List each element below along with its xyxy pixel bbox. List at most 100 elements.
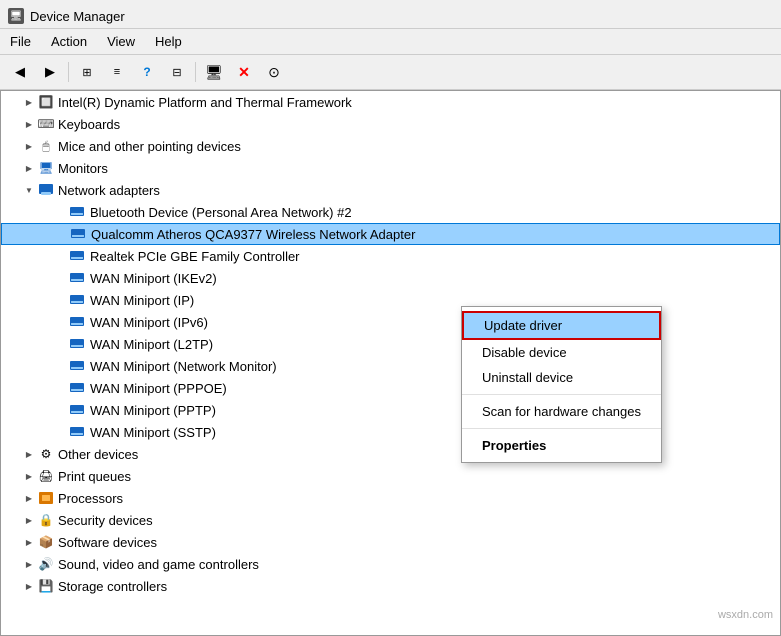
tree-label: WAN Miniport (IPv6) (90, 315, 208, 330)
context-menu-item-disable[interactable]: Disable device (462, 340, 661, 365)
context-menu-item-uninstall[interactable]: Uninstall device (462, 365, 661, 390)
expand-icon: ▶ (21, 494, 37, 503)
menu-bar: File Action View Help (0, 29, 781, 55)
expand-icon: ▶ (21, 450, 37, 459)
tree-item-wan-ip[interactable]: WAN Miniport (IP) (1, 289, 780, 311)
expand-icon: ▶ (21, 98, 37, 107)
title-bar: 🖥 Device Manager (0, 0, 781, 29)
tree-item-wan-sstp[interactable]: WAN Miniport (SSTP) (1, 421, 780, 443)
tree-item-network[interactable]: ▼ Network adapters (1, 179, 780, 201)
expand-icon: ▶ (21, 120, 37, 129)
network-card-icon (69, 204, 87, 220)
tree-item-other[interactable]: ▶ ⚙ Other devices (1, 443, 780, 465)
expand-icon: ▼ (21, 186, 37, 195)
tree-label: WAN Miniport (L2TP) (90, 337, 213, 352)
tree-item-intel[interactable]: ▶ 🔲 Intel(R) Dynamic Platform and Therma… (1, 91, 780, 113)
tree-item-wan-ipv6[interactable]: WAN Miniport (IPv6) (1, 311, 780, 333)
expand-icon: ▶ (21, 560, 37, 569)
menu-file[interactable]: File (0, 31, 41, 52)
tree-label: Realtek PCIe GBE Family Controller (90, 249, 300, 264)
tree-label: WAN Miniport (IP) (90, 293, 194, 308)
tree-item-qualcomm[interactable]: Qualcomm Atheros QCA9377 Wireless Networ… (1, 223, 780, 245)
network-card-icon (69, 248, 87, 264)
tree-item-sound[interactable]: ▶ 🔊 Sound, video and game controllers (1, 553, 780, 575)
tree-item-wan-ikev2[interactable]: WAN Miniport (IKEv2) (1, 267, 780, 289)
toolbar-sep1 (68, 62, 69, 82)
tree-label: Intel(R) Dynamic Platform and Thermal Fr… (58, 95, 352, 110)
tree-label: WAN Miniport (Network Monitor) (90, 359, 277, 374)
tree-label: Network adapters (58, 183, 160, 198)
toolbar-btn7[interactable]: 🖥 (200, 59, 228, 85)
main-content: ▶ 🔲 Intel(R) Dynamic Platform and Therma… (0, 90, 781, 636)
watermark: wsxdn.com (718, 609, 773, 621)
expand-icon: ▶ (21, 164, 37, 173)
sound-icon: 🔊 (37, 556, 55, 572)
tree-label: Mice and other pointing devices (58, 139, 241, 154)
context-menu-separator1 (462, 394, 661, 395)
expand-icon: ▶ (21, 142, 37, 151)
tree-item-wan-l2tp[interactable]: WAN Miniport (L2TP) (1, 333, 780, 355)
printer-icon: 🖨 (37, 468, 55, 484)
software-icon: 📦 (37, 534, 55, 550)
tree-label: WAN Miniport (PPTP) (90, 403, 216, 418)
network-card-icon (70, 226, 88, 242)
forward-button[interactable]: ▶ (36, 59, 64, 85)
network-card-icon (69, 380, 87, 396)
security-icon: 🔒 (37, 512, 55, 528)
tree-item-security[interactable]: ▶ 🔒 Security devices (1, 509, 780, 531)
tree-item-software[interactable]: ▶ 📦 Software devices (1, 531, 780, 553)
toolbar-btn4[interactable]: ≡ (103, 59, 131, 85)
mouse-icon: 🖱 (37, 138, 55, 154)
toolbar-btn3[interactable]: ⊞ (73, 59, 101, 85)
toolbar-btn5[interactable]: ? (133, 59, 161, 85)
context-menu-item-update-driver[interactable]: Update driver (462, 311, 661, 340)
tree-item-monitors[interactable]: ▶ 🖥 Monitors (1, 157, 780, 179)
tree-label: Software devices (58, 535, 157, 550)
tree-label: Bluetooth Device (Personal Area Network)… (90, 205, 352, 220)
menu-action[interactable]: Action (41, 31, 97, 52)
expand-icon: ▶ (21, 516, 37, 525)
tree-item-wan-pptp[interactable]: WAN Miniport (PPTP) (1, 399, 780, 421)
network-card-icon (69, 424, 87, 440)
tree-label: Keyboards (58, 117, 120, 132)
menu-view[interactable]: View (97, 31, 145, 52)
back-button[interactable]: ◀ (6, 59, 34, 85)
tree-label: WAN Miniport (SSTP) (90, 425, 216, 440)
menu-help[interactable]: Help (145, 31, 192, 52)
tree-item-wan-pppoe[interactable]: WAN Miniport (PPPOE) (1, 377, 780, 399)
network-card-icon (69, 292, 87, 308)
title-text: Device Manager (30, 9, 125, 24)
network-icon (37, 182, 55, 198)
tree-label: Storage controllers (58, 579, 167, 594)
tree-item-processors[interactable]: ▶ Processors (1, 487, 780, 509)
tree-item-keyboards[interactable]: ▶ ⌨ Keyboards (1, 113, 780, 135)
tree-item-print[interactable]: ▶ 🖨 Print queues (1, 465, 780, 487)
tree-item-realtek[interactable]: Realtek PCIe GBE Family Controller (1, 245, 780, 267)
context-menu-item-scan[interactable]: Scan for hardware changes (462, 399, 661, 424)
toolbar-btn9[interactable]: ⊙ (260, 59, 288, 85)
tree-label: Security devices (58, 513, 153, 528)
tree-label: WAN Miniport (PPPOE) (90, 381, 227, 396)
title-icon: 🖥 (8, 8, 24, 24)
tree-item-storage[interactable]: ▶ 💾 Storage controllers (1, 575, 780, 597)
toolbar-sep2 (195, 62, 196, 82)
expand-icon: ▶ (21, 538, 37, 547)
network-card-icon (69, 336, 87, 352)
network-card-icon (69, 358, 87, 374)
processor-icon (37, 490, 55, 506)
tree-item-bluetooth[interactable]: Bluetooth Device (Personal Area Network)… (1, 201, 780, 223)
network-card-icon (69, 402, 87, 418)
chip-icon: 🔲 (37, 94, 55, 110)
tree-label: Other devices (58, 447, 138, 462)
context-menu-item-properties[interactable]: Properties (462, 433, 661, 458)
toolbar-delete-btn[interactable]: ✕ (230, 59, 258, 85)
tree-panel[interactable]: ▶ 🔲 Intel(R) Dynamic Platform and Therma… (0, 90, 781, 636)
keyboard-icon: ⌨ (37, 116, 55, 132)
tree-item-wan-netmon[interactable]: WAN Miniport (Network Monitor) (1, 355, 780, 377)
other-icon: ⚙ (37, 446, 55, 462)
tree-item-mice[interactable]: ▶ 🖱 Mice and other pointing devices (1, 135, 780, 157)
expand-icon: ▶ (21, 472, 37, 481)
tree-label: Sound, video and game controllers (58, 557, 259, 572)
network-card-icon (69, 314, 87, 330)
toolbar-btn6[interactable]: ⊟ (163, 59, 191, 85)
